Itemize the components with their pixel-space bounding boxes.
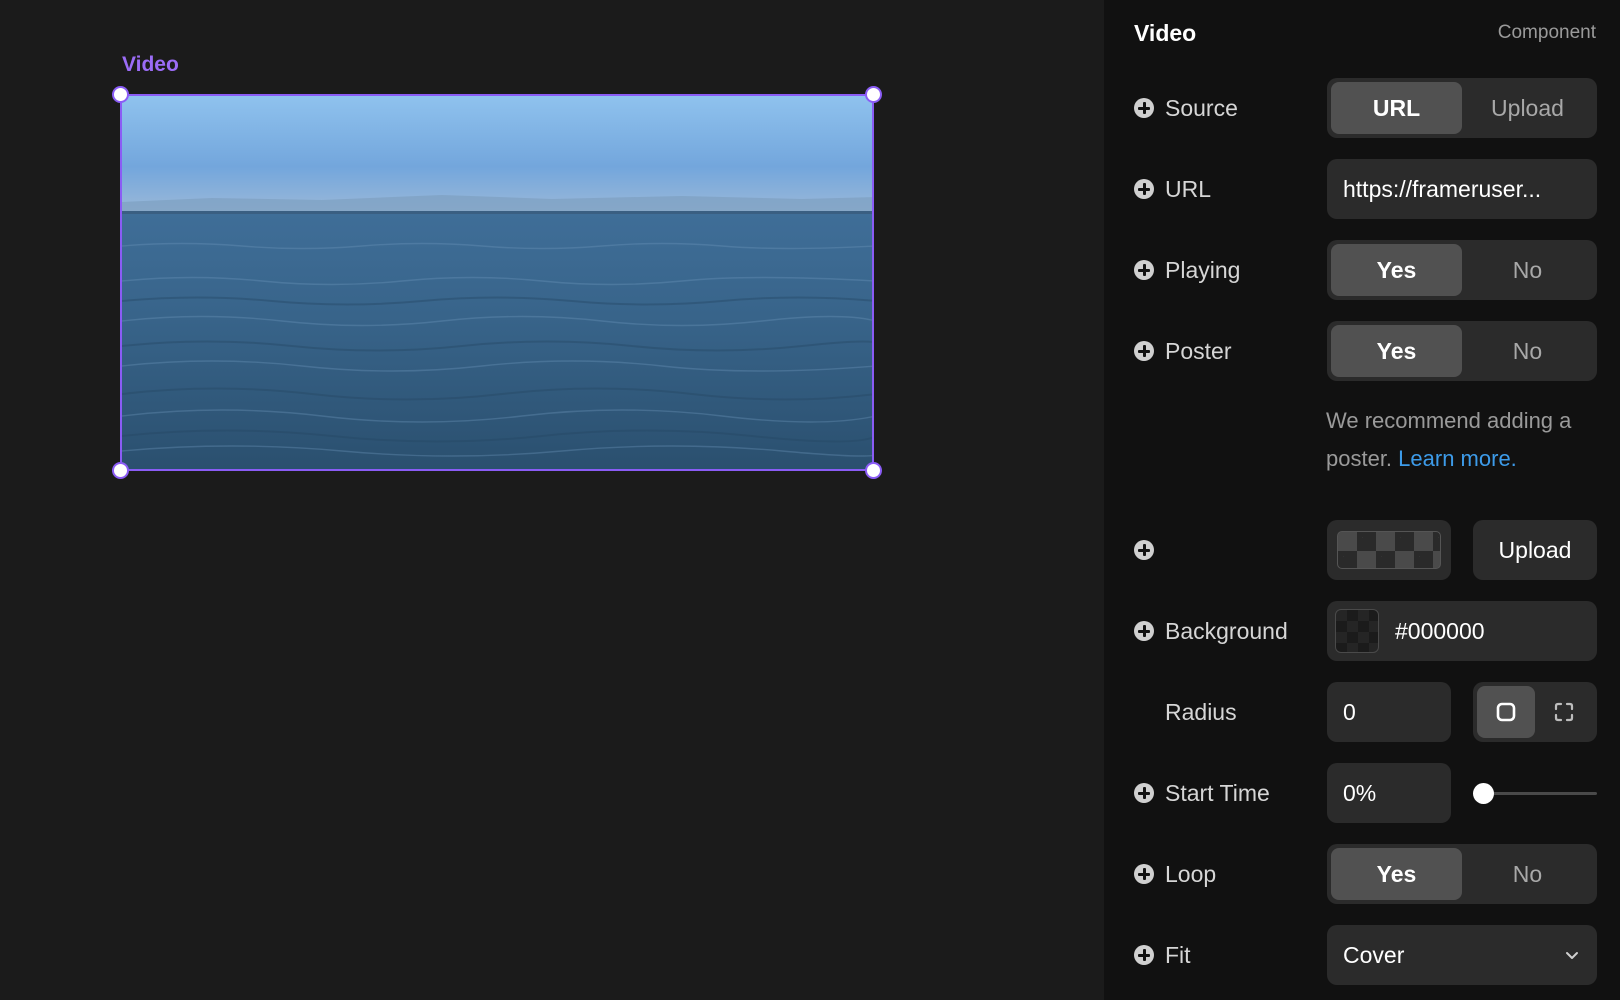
source-segmented: URL Upload <box>1327 78 1597 138</box>
playing-option-yes[interactable]: Yes <box>1331 244 1462 296</box>
source-row: Source URL Upload <box>1134 78 1597 138</box>
plus-circle-icon[interactable] <box>1134 621 1154 641</box>
panel-subtitle: Component <box>1497 22 1596 43</box>
fit-select[interactable]: Cover <box>1327 925 1597 985</box>
source-label: Source <box>1134 78 1238 138</box>
start-time-row: Start Time 0% <box>1134 763 1597 823</box>
poster-image-label <box>1134 520 1154 580</box>
poster-image-row: Upload <box>1134 520 1597 580</box>
background-row: Background #000000 <box>1134 601 1597 661</box>
poster-option-no[interactable]: No <box>1462 325 1593 377</box>
plus-circle-icon[interactable] <box>1134 864 1154 884</box>
radius-mode-toggle <box>1473 682 1597 742</box>
source-option-upload[interactable]: Upload <box>1462 82 1593 134</box>
poster-row: Poster Yes No <box>1134 321 1597 381</box>
playing-row: Playing Yes No <box>1134 240 1597 300</box>
start-time-label: Start Time <box>1134 763 1270 823</box>
resize-handle-bottom-left[interactable] <box>112 462 129 479</box>
playing-segmented: Yes No <box>1327 240 1597 300</box>
radius-label: Radius <box>1165 698 1237 725</box>
resize-handle-top-right[interactable] <box>865 86 882 103</box>
poster-upload-button[interactable]: Upload <box>1473 520 1597 580</box>
square-corners-icon <box>1496 702 1516 722</box>
poster-note: We recommend adding a poster. Learn more… <box>1326 402 1606 478</box>
url-label-text: URL <box>1165 175 1212 202</box>
resize-handle-bottom-right[interactable] <box>865 462 882 479</box>
loop-segmented: Yes No <box>1327 844 1597 904</box>
panel-title: Video <box>1134 19 1197 46</box>
fit-label: Fit <box>1134 925 1191 985</box>
background-color-value[interactable]: #000000 <box>1395 618 1485 645</box>
plus-circle-icon[interactable] <box>1134 783 1154 803</box>
plus-circle-icon[interactable] <box>1134 179 1154 199</box>
plus-circle-icon[interactable] <box>1134 260 1154 280</box>
swatch-fill <box>1336 610 1378 652</box>
color-swatch[interactable] <box>1335 609 1379 653</box>
poster-placeholder <box>1337 531 1441 569</box>
poster-label: Poster <box>1134 321 1231 381</box>
loop-label-text: Loop <box>1165 860 1217 887</box>
radius-individual-option[interactable] <box>1535 686 1593 738</box>
source-option-url[interactable]: URL <box>1331 82 1462 134</box>
start-time-label-text: Start Time <box>1165 779 1270 806</box>
radius-uniform-option[interactable] <box>1477 686 1535 738</box>
plus-circle-icon[interactable] <box>1134 945 1154 965</box>
slider-track <box>1483 792 1597 795</box>
video-preview <box>122 96 872 469</box>
fit-row: Fit Cover <box>1134 925 1597 985</box>
poster-option-yes[interactable]: Yes <box>1331 325 1462 377</box>
learn-more-link[interactable]: Learn more. <box>1398 446 1517 471</box>
background-label-text: Background <box>1165 617 1288 644</box>
url-row: URL https://frameruser... <box>1134 159 1597 219</box>
frame-label[interactable]: Video <box>122 53 179 77</box>
background-color-field[interactable]: #000000 <box>1327 601 1597 661</box>
url-label: URL <box>1134 159 1211 219</box>
poster-label-text: Poster <box>1165 337 1232 364</box>
loop-option-yes[interactable]: Yes <box>1331 848 1462 900</box>
fit-label-text: Fit <box>1165 941 1191 968</box>
panel-header: Video Component <box>1134 18 1596 48</box>
plus-circle-icon[interactable] <box>1134 540 1154 560</box>
video-frame[interactable] <box>120 94 874 471</box>
canvas[interactable]: Video <box>0 0 1104 1000</box>
source-label-text: Source <box>1165 94 1238 121</box>
plus-circle-icon[interactable] <box>1134 341 1154 361</box>
playing-label-text: Playing <box>1165 256 1241 283</box>
loop-row: Loop Yes No <box>1134 844 1597 904</box>
radius-row: Radius 0 <box>1134 682 1597 742</box>
resize-handle-top-left[interactable] <box>112 86 129 103</box>
loop-label: Loop <box>1134 844 1216 904</box>
plus-circle-icon[interactable] <box>1134 98 1154 118</box>
poster-thumbnail[interactable] <box>1327 520 1451 580</box>
slider-thumb[interactable] <box>1473 783 1494 804</box>
radius-input[interactable]: 0 <box>1327 682 1451 742</box>
playing-label: Playing <box>1134 240 1240 300</box>
playing-option-no[interactable]: No <box>1462 244 1593 296</box>
start-time-input[interactable]: 0% <box>1327 763 1451 823</box>
loop-option-no[interactable]: No <box>1462 848 1593 900</box>
corners-icon <box>1554 702 1574 722</box>
background-label: Background <box>1134 601 1288 661</box>
poster-segmented: Yes No <box>1327 321 1597 381</box>
fit-select-value: Cover <box>1343 941 1405 968</box>
start-time-slider[interactable] <box>1473 763 1597 823</box>
url-input[interactable]: https://frameruser... <box>1327 159 1597 219</box>
chevron-down-icon <box>1566 952 1578 959</box>
